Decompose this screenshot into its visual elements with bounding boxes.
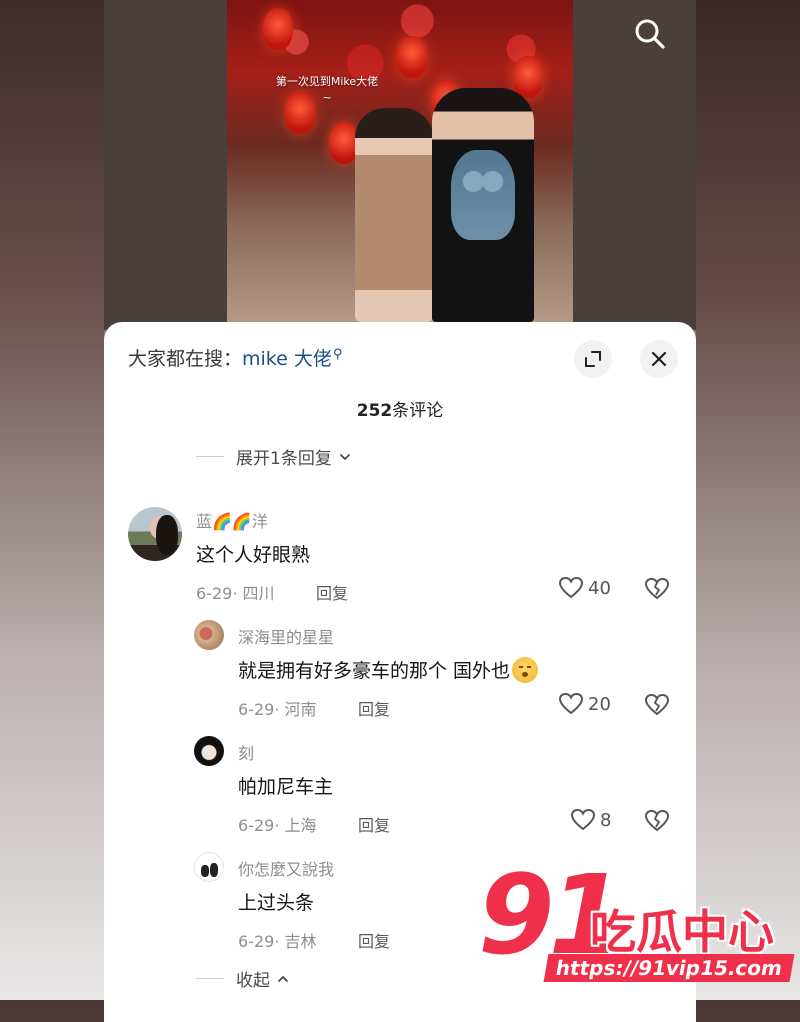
avatar-figure — [210, 863, 218, 877]
comment-meta: 6-29· 四川 — [196, 584, 275, 603]
close-button[interactable] — [640, 340, 678, 378]
lantern — [263, 8, 293, 50]
watermark-name: 吃瓜中心 — [590, 905, 774, 959]
like-button[interactable]: 20 — [558, 692, 611, 716]
blurred-left-strip — [0, 0, 104, 1000]
video-caption: 第一次见到Mike大佬 ~ — [275, 75, 379, 104]
comment-location: 河南 — [284, 700, 317, 719]
avatar[interactable] — [194, 852, 224, 882]
like-button[interactable]: 8 — [570, 808, 611, 832]
reply-button[interactable]: 回复 — [316, 580, 348, 604]
avatar[interactable] — [194, 620, 224, 650]
lantern — [397, 36, 427, 78]
chevron-up-icon — [278, 975, 288, 982]
chevron-down-icon — [339, 453, 350, 460]
reply-item: 深海里的星星 就是拥有好多豪车的那个 国外也 6-29· 河南 回复 20 — [104, 618, 696, 728]
comment-count: 252条评论 — [104, 396, 696, 421]
expand-button[interactable] — [574, 340, 612, 378]
close-icon — [651, 351, 667, 367]
comment-text-content: 就是拥有好多豪车的那个 国外也 — [238, 660, 511, 682]
comment-username[interactable]: 蓝🌈🌈洋 — [196, 508, 268, 532]
comment-username[interactable]: 你怎麼又說我 — [238, 856, 334, 880]
comment-location: 吉林 — [284, 932, 317, 951]
avatar-hair — [156, 515, 178, 555]
comment-location: 四川 — [242, 584, 275, 603]
divider-line — [196, 456, 224, 457]
comment-username[interactable]: 深海里的星星 — [238, 624, 334, 648]
dislike-button[interactable] — [644, 809, 670, 837]
avatar[interactable] — [128, 507, 182, 561]
search-icon — [635, 19, 665, 49]
collapse-label: 收起 — [236, 971, 270, 991]
expand-replies-button[interactable]: 展开1条回复 — [196, 444, 352, 469]
laughing-emoji-icon — [512, 656, 539, 683]
blurred-right-strip — [696, 0, 800, 1000]
comment-location: 上海 — [284, 816, 317, 835]
heart-icon — [558, 576, 584, 599]
comment-count-suffix: 条评论 — [392, 401, 444, 421]
broken-heart-icon — [644, 693, 670, 716]
comment-meta: 6-29· 上海 — [238, 816, 317, 835]
watermark-logo: 91 吃瓜中心 https://91vip15.com — [478, 860, 798, 990]
avatar-figure — [201, 865, 209, 877]
comment-item: 蓝🌈🌈洋 这个人好眼熟 6-29· 四川 回复 40 — [104, 502, 696, 612]
search-small-icon: ⚲ — [332, 346, 343, 362]
reply-button[interactable]: 回复 — [358, 696, 390, 720]
broken-heart-icon — [644, 809, 670, 832]
shirt-print — [451, 150, 515, 240]
comment-text: 上过头条 — [238, 892, 315, 914]
expand-replies-label: 展开1条回复 — [236, 449, 332, 469]
comment-meta: 6-29· 吉林 — [238, 932, 317, 951]
lantern — [513, 56, 543, 98]
comment-date: 6-29 — [196, 584, 233, 603]
video-frame[interactable]: 第一次见到Mike大佬 ~ — [227, 0, 573, 322]
divider-line — [196, 978, 224, 979]
comment-date: 6-29 — [238, 932, 275, 951]
heart-icon — [570, 808, 596, 831]
comment-text: 这个人好眼熟 — [196, 544, 311, 566]
like-count: 8 — [600, 809, 612, 831]
dislike-button[interactable] — [644, 693, 670, 721]
collapse-replies-button[interactable]: 收起 — [196, 966, 290, 991]
broken-heart-icon — [644, 577, 670, 600]
dislike-button[interactable] — [644, 577, 670, 605]
person-figure — [355, 108, 433, 322]
like-count: 40 — [588, 577, 611, 599]
reply-item: 刻 帕加尼车主 6-29· 上海 回复 8 — [104, 734, 696, 844]
avatar[interactable] — [194, 736, 224, 766]
reply-button[interactable]: 回复 — [358, 812, 390, 836]
reply-button[interactable]: 回复 — [358, 928, 390, 952]
comment-date: 6-29 — [238, 700, 275, 719]
watermark-url: https://91vip15.com — [543, 954, 795, 982]
like-count: 20 — [588, 693, 611, 715]
comment-meta: 6-29· 河南 — [238, 700, 317, 719]
search-suggestion-label: 大家都在搜： — [128, 348, 243, 370]
search-suggestion[interactable]: 大家都在搜：mike 大佬⚲ — [128, 344, 342, 371]
comment-date: 6-29 — [238, 816, 275, 835]
search-button[interactable] — [630, 14, 670, 54]
comment-text: 帕加尼车主 — [238, 776, 334, 798]
like-button[interactable]: 40 — [558, 576, 611, 600]
comment-count-number: 252 — [356, 401, 393, 421]
comment-text: 就是拥有好多豪车的那个 国外也 — [238, 656, 539, 685]
heart-icon — [558, 692, 584, 715]
search-suggestion-keyword[interactable]: mike 大佬 — [242, 348, 332, 370]
expand-icon — [585, 351, 601, 367]
comment-username[interactable]: 刻 — [238, 740, 254, 764]
